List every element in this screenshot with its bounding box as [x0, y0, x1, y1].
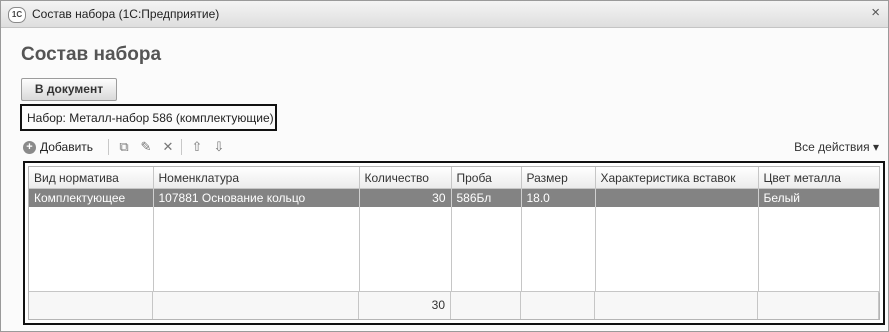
toolbar-separator: [181, 139, 182, 155]
footer-cell: [153, 292, 359, 319]
column-header-proba[interactable]: Проба: [451, 167, 522, 189]
table-header: Вид норматива Номенклатура Количество Пр…: [29, 167, 880, 189]
all-actions-menu[interactable]: Все действия ▾: [794, 140, 879, 154]
page-title: Состав набора: [21, 44, 162, 65]
cell-vid[interactable]: Комплектующее: [29, 188, 154, 207]
window-title: Состав набора (1С:Предприятие): [32, 7, 220, 21]
table-row[interactable]: Комплектующее 107881 Основание кольцо 30…: [29, 188, 880, 207]
column-header-vid[interactable]: Вид норматива: [29, 167, 154, 189]
delete-icon[interactable]: ✕: [160, 138, 176, 156]
nabor-label: Набор: Металл-набор 586 (комплектующие): [27, 111, 274, 125]
total-quantity: 30: [431, 298, 445, 312]
footer-cell: [451, 292, 521, 319]
window: 1С Состав набора (1С:Предприятие) × Сост…: [0, 0, 889, 332]
column-header-kolichestvo[interactable]: Количество: [359, 167, 452, 189]
footer-cell-total: 30: [359, 292, 451, 319]
table-footer: 30: [29, 291, 879, 319]
cell-razmer[interactable]: 18.0: [521, 188, 596, 207]
nabor-field: Набор: Металл-набор 586 (комплектующие): [20, 104, 277, 131]
move-up-icon[interactable]: ⇧: [189, 138, 205, 156]
cell-harakteristika[interactable]: [595, 188, 759, 207]
cell-proba[interactable]: 586Бл: [451, 188, 522, 207]
toolbar-separator: [108, 139, 109, 155]
cell-cvet[interactable]: Белый: [758, 188, 880, 207]
footer-cell: [29, 292, 153, 319]
close-icon[interactable]: ×: [871, 4, 880, 21]
composition-table[interactable]: Вид норматива Номенклатура Количество Пр…: [28, 166, 880, 320]
plus-icon: +: [23, 140, 36, 154]
column-header-cvet[interactable]: Цвет металла: [758, 167, 880, 189]
column-header-razmer[interactable]: Размер: [521, 167, 596, 189]
edit-icon[interactable]: ✎: [138, 138, 154, 156]
move-down-icon[interactable]: ⇩: [211, 138, 227, 156]
cell-nomenklatura[interactable]: 107881 Основание кольцо: [153, 188, 360, 207]
1c-app-icon: 1С: [8, 7, 26, 23]
cell-kolichestvo[interactable]: 30: [359, 188, 452, 207]
footer-cell: [758, 292, 879, 319]
composition-table-frame: Вид норматива Номенклатура Количество Пр…: [23, 161, 885, 325]
toolbar: + Добавить ⧉ ✎ ✕ ⇧ ⇩ Все действия ▾: [23, 137, 883, 157]
add-button-label: Добавить: [40, 140, 94, 154]
to-document-button[interactable]: В документ: [21, 78, 117, 101]
footer-cell: [521, 292, 595, 319]
add-button[interactable]: + Добавить: [23, 137, 93, 157]
copy-icon[interactable]: ⧉: [116, 138, 132, 156]
empty-row[interactable]: [29, 207, 880, 293]
footer-cell: [595, 292, 758, 319]
column-header-harakteristika[interactable]: Характеристика вставок: [595, 167, 759, 189]
column-header-nomenklatura[interactable]: Номенклатура: [153, 167, 360, 189]
title-bar: 1С Состав набора (1С:Предприятие) ×: [1, 1, 888, 28]
